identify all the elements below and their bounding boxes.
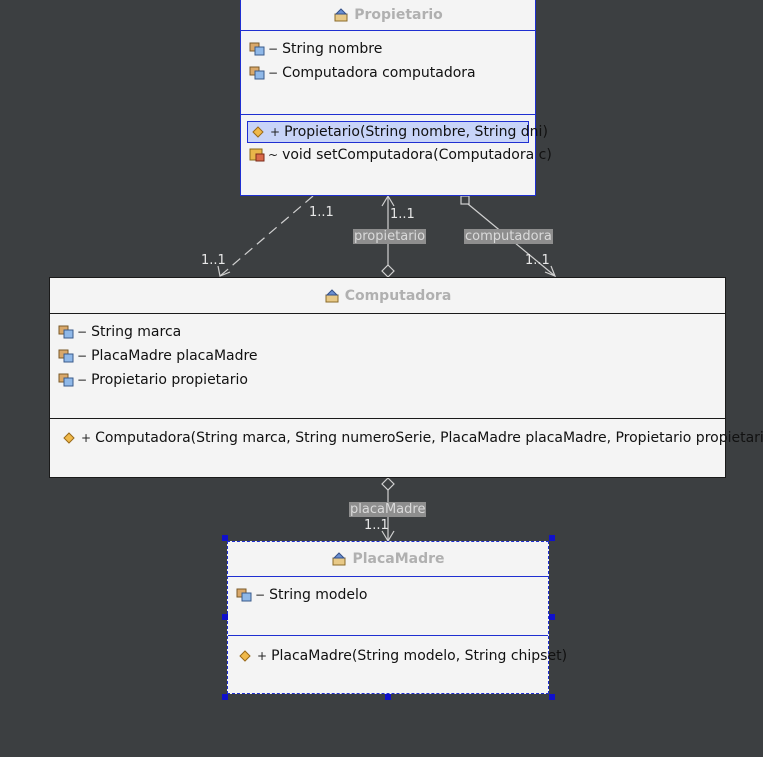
dependency-line[interactable]	[219, 195, 314, 277]
attribute-row[interactable]: − Propietario propietario	[50, 368, 725, 392]
placamadre-assoc-mult: 1..1	[364, 518, 389, 533]
class-icon	[334, 7, 348, 21]
class-header[interactable]: PlacaMadre	[228, 542, 548, 577]
constructor-icon	[63, 432, 75, 444]
visibility-marker: +	[257, 649, 268, 663]
visibility-marker: −	[268, 42, 279, 56]
class-placamadre[interactable]: PlacaMadre − String modelo + PlacaMadre(…	[227, 541, 567, 694]
class-propietario[interactable]: Propietario − String nombre − Computador…	[240, 0, 552, 196]
method-row[interactable]: ~ void setComputadora(Computadora c)	[241, 143, 552, 167]
attribute-row[interactable]: − Computadora computadora	[241, 61, 535, 85]
visibility-marker: −	[77, 325, 88, 339]
field-icon	[58, 325, 74, 339]
method-text: Propietario(String nombre, String dni)	[284, 124, 548, 140]
visibility-marker: −	[255, 588, 266, 602]
class-icon	[332, 552, 346, 566]
methods-section: + PlacaMadre(String modelo, String chips…	[228, 636, 567, 668]
methods-section: + Computadora(String marca, String numer…	[50, 419, 763, 450]
visibility-marker: −	[77, 349, 88, 363]
computadora-assoc-mult: 1..1	[525, 253, 550, 268]
field-icon	[249, 66, 265, 80]
visibility-marker: −	[77, 373, 88, 387]
class-name: Propietario	[354, 6, 443, 23]
attribute-row[interactable]: − String modelo	[228, 583, 548, 607]
class-name: Computadora	[344, 287, 452, 304]
dependency-mult-source: 1..1	[309, 205, 334, 220]
resize-handle-bottom-center[interactable]	[385, 694, 391, 700]
visibility-marker: −	[268, 66, 279, 80]
method-row-selected[interactable]: + Propietario(String nombre, String dni)	[247, 121, 548, 143]
field-icon	[58, 373, 74, 387]
visibility-marker: ~	[268, 148, 279, 162]
class-icon	[325, 288, 339, 302]
method-text: void setComputadora(Computadora c)	[282, 147, 552, 163]
resize-handle-top-left[interactable]	[222, 535, 228, 541]
propietario-assoc-mult: 1..1	[390, 207, 415, 222]
computadora-assoc-role: computadora	[464, 229, 553, 244]
resize-handle-middle-right[interactable]	[549, 614, 555, 620]
attributes-section: − String modelo	[228, 577, 548, 636]
dependency-mult-target: 1..1	[201, 253, 226, 268]
method-icon	[249, 148, 265, 162]
field-icon	[236, 588, 252, 602]
resize-handle-middle-left[interactable]	[222, 614, 228, 620]
attribute-row[interactable]: − String nombre	[241, 37, 535, 61]
attribute-text: PlacaMadre placaMadre	[91, 348, 258, 364]
placamadre-assoc-diamond	[381, 477, 395, 491]
class-name: PlacaMadre	[352, 551, 445, 567]
constructor-icon	[252, 126, 264, 138]
visibility-marker: +	[81, 431, 92, 445]
visibility-marker: +	[270, 125, 281, 139]
attributes-section: − String marca − PlacaMadre placaMadre −…	[50, 314, 725, 419]
method-row[interactable]: + Computadora(String marca, String numer…	[50, 426, 763, 450]
attribute-row[interactable]: − PlacaMadre placaMadre	[50, 344, 725, 368]
method-text: Computadora(String marca, String numeroS…	[95, 430, 763, 446]
attribute-row[interactable]: − String marca	[50, 320, 725, 344]
resize-handle-top-right[interactable]	[549, 535, 555, 541]
attribute-text: Computadora computadora	[282, 65, 476, 81]
computadora-assoc-square	[460, 195, 470, 205]
field-icon	[249, 42, 265, 56]
propietario-assoc-role: propietario	[353, 229, 427, 244]
attribute-text: String marca	[91, 324, 182, 340]
placamadre-assoc-role: placaMadre	[349, 502, 427, 517]
method-row[interactable]: + PlacaMadre(String modelo, String chips…	[228, 644, 567, 668]
attribute-text: String modelo	[269, 587, 368, 603]
method-text: PlacaMadre(String modelo, String chipset…	[271, 648, 568, 664]
class-computadora[interactable]: Computadora − String marca − PlacaMadre …	[49, 277, 763, 478]
propietario-assoc-diamond	[381, 264, 395, 278]
field-icon	[58, 349, 74, 363]
methods-section: + Propietario(String nombre, String dni)…	[241, 115, 552, 167]
constructor-icon	[239, 650, 251, 662]
resize-handle-bottom-right[interactable]	[549, 694, 555, 700]
attributes-section: − String nombre − Computadora computador…	[241, 31, 535, 115]
class-header[interactable]: Propietario	[241, 0, 535, 31]
attribute-text: Propietario propietario	[91, 372, 248, 388]
class-header[interactable]: Computadora	[50, 278, 725, 314]
resize-handle-bottom-left[interactable]	[222, 694, 228, 700]
attribute-text: String nombre	[282, 41, 383, 57]
